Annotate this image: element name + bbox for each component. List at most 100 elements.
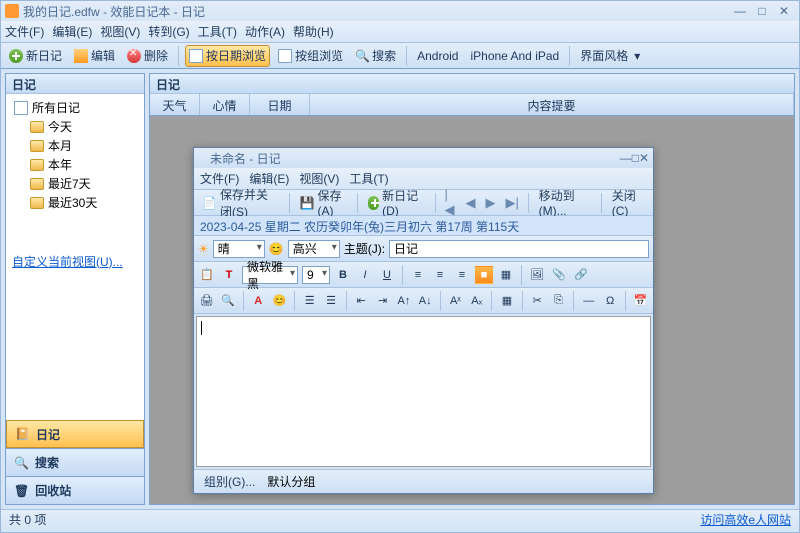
col-mood[interactable]: 心情 (200, 94, 250, 115)
dialog-minimize[interactable]: — (620, 151, 632, 165)
nav-last[interactable]: ▶| (502, 195, 521, 211)
delete-button[interactable]: 删除 (123, 45, 172, 67)
link-icon[interactable]: 🔗 (572, 266, 590, 284)
attach-icon[interactable]: 📎 (550, 266, 568, 284)
table-icon[interactable]: ▦ (498, 292, 515, 310)
edit-button[interactable]: 编辑 (70, 45, 119, 67)
tree-root[interactable]: 所有日记 (10, 98, 140, 117)
outdent-icon[interactable]: ⇤ (353, 292, 370, 310)
format-toolbar-2: 🖨 🔍 A 😊 ☰ ☰ ⇤ ⇥ A↑ A↓ Aˣ Aₓ (194, 288, 653, 314)
mood-select[interactable]: 高兴 (288, 240, 340, 258)
tree-item-30days[interactable]: 最近30天 (10, 193, 140, 212)
dialog-titlebar[interactable]: 未命名 - 日记 — □ ✕ (194, 148, 653, 168)
tree-item-month[interactable]: 本月 (10, 136, 140, 155)
bullet-list-icon[interactable]: ☰ (301, 292, 318, 310)
dlg-menu-edit[interactable]: 编辑(E) (249, 170, 289, 187)
main-header: 日记 (150, 74, 794, 94)
nav-recycle[interactable]: 🗑回收站 (6, 476, 144, 504)
superscript-icon[interactable]: Aˣ (447, 292, 464, 310)
font-color-icon[interactable]: T (220, 266, 238, 284)
nav-next[interactable]: ▶ (482, 195, 498, 211)
nav-first[interactable]: |◀ (442, 187, 459, 218)
grid-body[interactable]: 未命名 - 日记 — □ ✕ 文件(F) 编辑(E) 视图(V) 工具(T) 📄… (150, 116, 794, 504)
indent-icon[interactable]: ⇥ (374, 292, 391, 310)
menu-help[interactable]: 帮助(H) (293, 23, 334, 40)
subscript-icon[interactable]: Aₓ (468, 292, 485, 310)
nav-prev[interactable]: ◀ (462, 195, 478, 211)
symbol-icon[interactable]: Ω (601, 292, 618, 310)
menu-edit[interactable]: 编辑(E) (52, 23, 92, 40)
menu-file[interactable]: 文件(F) (5, 23, 44, 40)
underline-icon[interactable]: U (378, 266, 396, 284)
subject-input[interactable] (389, 240, 649, 258)
menu-tools[interactable]: 工具(T) (198, 23, 237, 40)
browse-by-date-button[interactable]: 按日期浏览 (185, 45, 270, 67)
search-button[interactable]: 🔍搜索 (351, 45, 400, 67)
dlg-close-button[interactable]: 关闭(C) (608, 192, 649, 214)
format-toolbar-1: 📋 T 微软雅黑 9 B I U ≡ ≡ ≡ ■ ▦ 🖼 📎 🔗 (194, 262, 653, 288)
dialog-app-icon (198, 152, 210, 164)
align-center-icon[interactable]: ≡ (431, 266, 449, 284)
close-button[interactable]: ✕ (773, 4, 795, 18)
content-area: 日记 所有日记 今天 本月 本年 最近7天 最近30天 自定义当前视图(U)..… (1, 69, 799, 509)
italic-icon[interactable]: I (356, 266, 374, 284)
hr-icon[interactable]: — (580, 292, 597, 310)
interface-style-button[interactable]: 界面风格▾ (576, 45, 644, 67)
delete-icon (127, 49, 141, 63)
dlg-menu-tools[interactable]: 工具(T) (349, 170, 388, 187)
maximize-button[interactable]: □ (751, 4, 773, 18)
dialog-close[interactable]: ✕ (639, 151, 649, 165)
dlg-menu-view[interactable]: 视图(V) (299, 170, 339, 187)
col-date[interactable]: 日期 (250, 94, 310, 115)
tree-item-7days[interactable]: 最近7天 (10, 174, 140, 193)
custom-view-link[interactable]: 自定义当前视图(U)... (12, 255, 123, 269)
sub-icon[interactable]: A↓ (417, 292, 434, 310)
sidebar-panel: 日记 所有日记 今天 本月 本年 最近7天 最近30天 自定义当前视图(U)..… (5, 73, 145, 505)
nav-diary[interactable]: 📔日记 (6, 420, 144, 448)
folder-icon (30, 140, 44, 152)
tree-item-today[interactable]: 今天 (10, 117, 140, 136)
iphone-button[interactable]: iPhone And iPad (466, 45, 563, 67)
copy-icon[interactable]: ⎘ (550, 292, 567, 310)
save-close-button[interactable]: 📄保存并关闭(S) (198, 192, 283, 214)
text-color-icon[interactable]: A (250, 292, 267, 310)
moveto-button[interactable]: 移动到(M)... (535, 192, 595, 214)
print-icon[interactable]: 🖨 (198, 292, 215, 310)
emoji-icon[interactable]: 😊 (271, 292, 288, 310)
menu-action[interactable]: 动作(A) (245, 23, 285, 40)
highlight-icon[interactable]: ■ (475, 266, 493, 284)
editor-textarea[interactable] (196, 316, 651, 467)
group-button[interactable]: 组别(G)... (200, 471, 259, 493)
menu-view[interactable]: 视图(V) (100, 23, 140, 40)
bold-icon[interactable]: B (334, 266, 352, 284)
bg-color-icon[interactable]: ▦ (497, 266, 515, 284)
size-select[interactable]: 9 (302, 266, 330, 284)
plus-icon (368, 196, 379, 210)
align-right-icon[interactable]: ≡ (453, 266, 471, 284)
font-select[interactable]: 微软雅黑 (242, 266, 298, 284)
dlg-menu-file[interactable]: 文件(F) (200, 170, 239, 187)
dlg-new-diary-button[interactable]: 新日记(D) (364, 192, 429, 214)
col-weather[interactable]: 天气 (150, 94, 200, 115)
nav-search[interactable]: 🔍搜索 (6, 448, 144, 476)
paste-icon[interactable]: 📋 (198, 266, 216, 284)
cut-icon[interactable]: ✂ (529, 292, 546, 310)
sup-icon[interactable]: A↑ (395, 292, 412, 310)
menu-goto[interactable]: 转到(G) (148, 23, 189, 40)
tree-item-year[interactable]: 本年 (10, 155, 140, 174)
weather-select[interactable]: 晴 (213, 240, 265, 258)
dialog-maximize[interactable]: □ (632, 151, 639, 165)
number-list-icon[interactable]: ☰ (322, 292, 339, 310)
align-left-icon[interactable]: ≡ (409, 266, 427, 284)
image-icon[interactable]: 🖼 (528, 266, 546, 284)
col-summary[interactable]: 内容提要 (310, 94, 794, 115)
date-icon[interactable]: 📅 (632, 292, 649, 310)
browse-by-group-button[interactable]: 按组浏览 (274, 45, 347, 67)
website-link[interactable]: 访问高效e人网站 (700, 511, 791, 528)
android-button[interactable]: Android (413, 45, 462, 67)
save-button[interactable]: 💾保存(A) (296, 192, 351, 214)
minimize-button[interactable]: — (729, 4, 751, 18)
new-diary-button[interactable]: 新日记 (5, 45, 66, 67)
calendar-icon (189, 49, 203, 63)
find-icon[interactable]: 🔍 (219, 292, 236, 310)
